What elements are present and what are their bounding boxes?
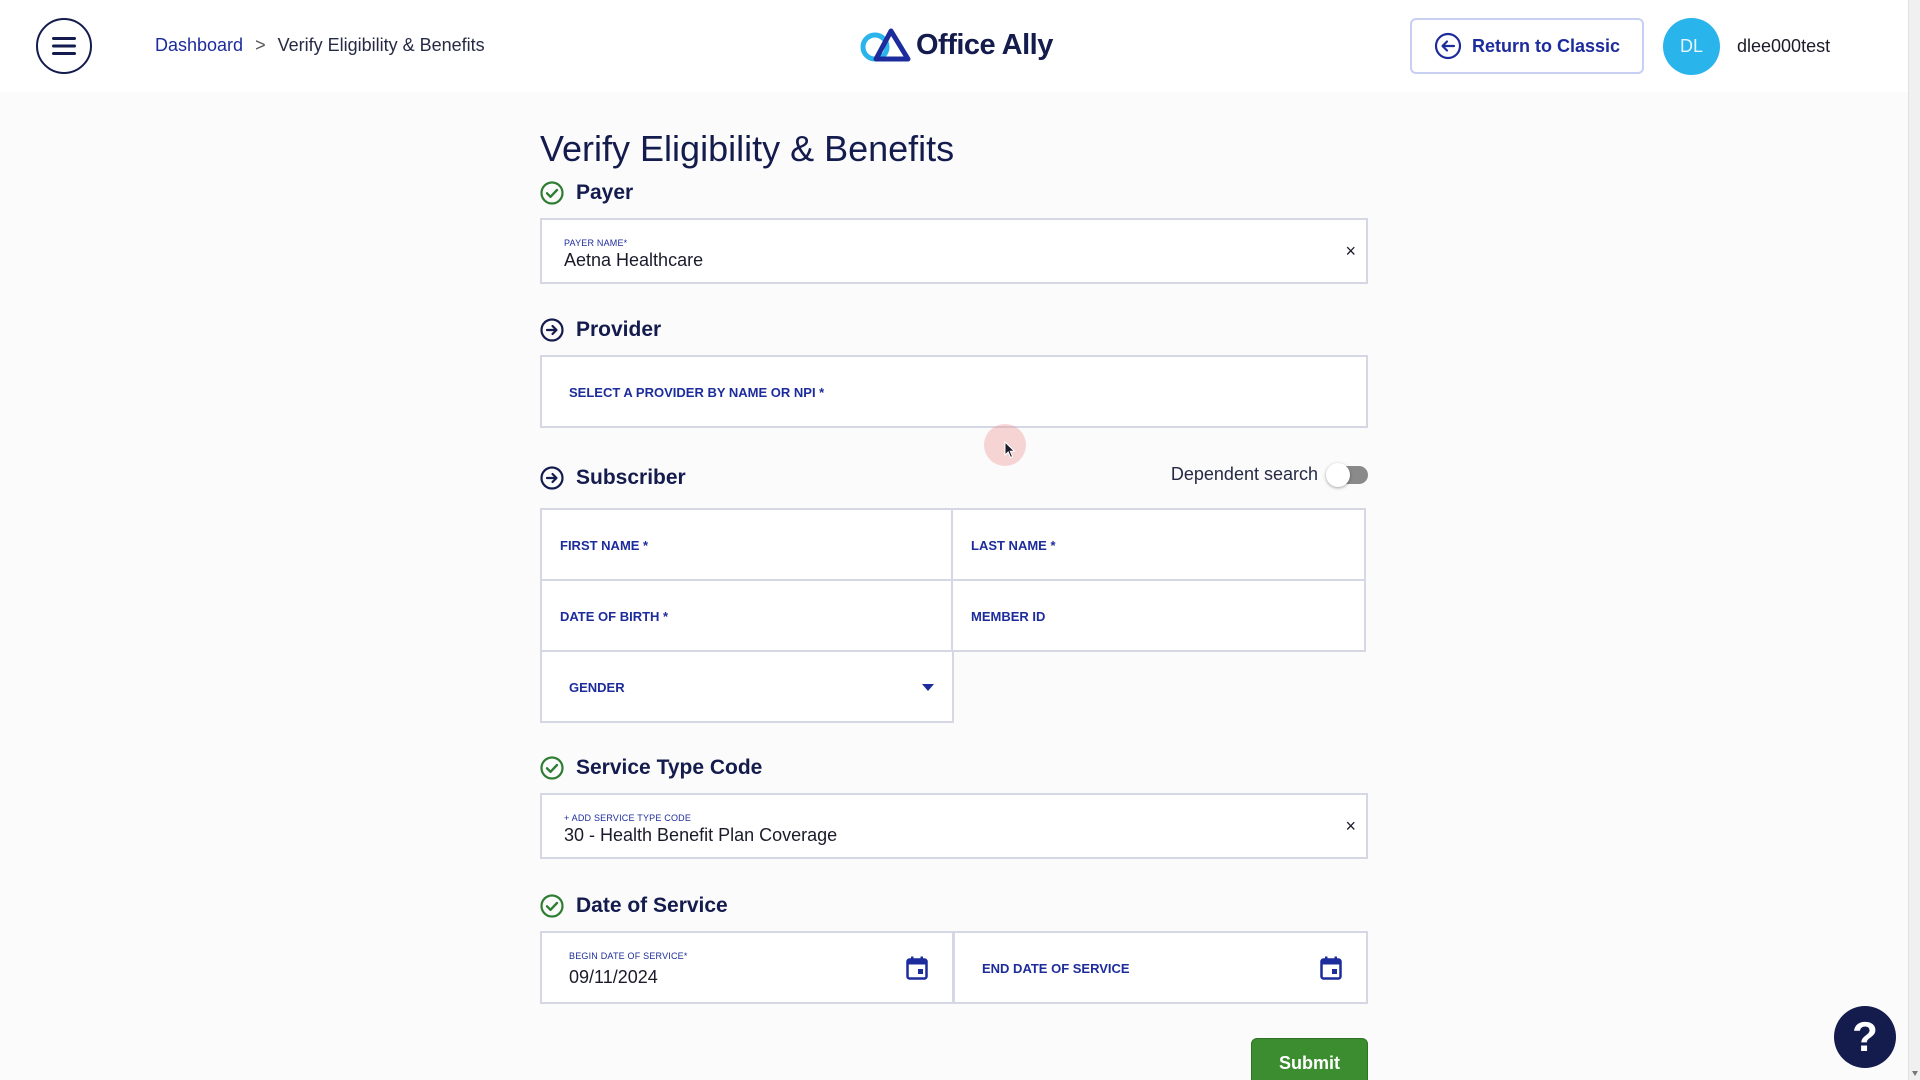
payer-name-label: PAYER NAME* <box>564 238 628 248</box>
breadcrumb: Dashboard > Verify Eligibility & Benefit… <box>155 35 485 56</box>
check-circle-icon <box>540 181 564 205</box>
date-of-service-section-header: Date of Service <box>540 894 728 918</box>
logo-text: Office Ally <box>916 28 1053 61</box>
dependent-search-toggle[interactable] <box>1326 462 1368 487</box>
check-circle-icon <box>540 894 564 918</box>
page-title: Verify Eligibility & Benefits <box>540 128 955 169</box>
chevron-down-icon <box>922 683 934 691</box>
begin-date-label: BEGIN DATE OF SERVICE* <box>569 951 688 961</box>
gender-placeholder: GENDER <box>569 680 625 695</box>
begin-date-field[interactable]: BEGIN DATE OF SERVICE* 09/11/2024 <box>540 931 954 1004</box>
provider-section-title: Provider <box>576 318 662 341</box>
dependent-search-label: Dependent search <box>1170 464 1318 484</box>
last-name-field[interactable]: LAST NAME * <box>951 508 1366 581</box>
page-scrollbar[interactable] <box>1908 0 1920 1080</box>
calendar-icon[interactable] <box>906 956 928 980</box>
hamburger-icon <box>52 37 76 55</box>
subscriber-section-header: Subscriber <box>540 466 686 490</box>
first-name-field[interactable]: FIRST NAME * <box>540 508 953 581</box>
last-name-placeholder: LAST NAME * <box>971 538 1056 553</box>
help-button[interactable]: ? <box>1834 1006 1896 1068</box>
avatar[interactable]: DL <box>1663 18 1720 75</box>
breadcrumb-dashboard-link[interactable]: Dashboard <box>155 35 243 56</box>
provider-section-header: Provider <box>540 318 661 342</box>
end-date-placeholder: END DATE OF SERVICE <box>982 961 1130 976</box>
clear-service-type-icon[interactable]: × <box>1345 817 1356 835</box>
payer-name-value: Aetna Healthcare <box>564 250 704 270</box>
return-to-classic-label: Return to Classic <box>1471 35 1621 56</box>
begin-date-value: 09/11/2024 <box>569 967 658 987</box>
arrow-right-circle-icon <box>540 466 564 490</box>
arrow-left-circle-icon <box>1434 32 1462 60</box>
gender-select[interactable]: GENDER <box>540 650 954 723</box>
return-to-classic-button[interactable]: Return to Classic <box>1410 18 1644 74</box>
provider-select-field[interactable]: SELECT A PROVIDER BY NAME OR NPI * <box>540 355 1368 428</box>
check-circle-icon <box>540 756 564 780</box>
payer-name-field[interactable]: PAYER NAME* Aetna Healthcare × <box>540 218 1368 284</box>
scroll-down-arrow-icon[interactable] <box>1912 1071 1918 1076</box>
logo-mark-icon <box>860 28 911 62</box>
service-type-code-field[interactable]: + ADD SERVICE TYPE CODE 30 - Health Bene… <box>540 793 1368 859</box>
username[interactable]: dlee000test <box>1737 36 1830 57</box>
date-of-service-section-title: Date of Service <box>576 894 728 917</box>
service-type-value: 30 - Health Benefit Plan Coverage <box>564 825 838 845</box>
toggle-knob <box>1326 462 1350 487</box>
office-ally-logo[interactable]: Office Ally <box>860 28 1053 62</box>
end-date-field[interactable]: END DATE OF SERVICE <box>953 931 1368 1004</box>
hamburger-menu-button[interactable] <box>36 18 92 74</box>
submit-button[interactable]: Submit <box>1251 1038 1368 1080</box>
member-id-field[interactable]: MEMBER ID <box>951 579 1366 652</box>
calendar-icon[interactable] <box>1320 956 1342 980</box>
payer-section-title: Payer <box>576 181 634 204</box>
subscriber-section-title: Subscriber <box>576 466 686 489</box>
member-id-placeholder: MEMBER ID <box>971 609 1046 624</box>
breadcrumb-current: Verify Eligibility & Benefits <box>277 35 485 55</box>
arrow-right-circle-icon <box>540 318 564 342</box>
first-name-placeholder: FIRST NAME * <box>560 538 649 553</box>
service-type-section-title: Service Type Code <box>576 756 763 779</box>
date-of-birth-placeholder: DATE OF BIRTH * <box>560 609 669 624</box>
mouse-pointer-icon <box>1004 441 1016 459</box>
service-type-section-header: Service Type Code <box>540 756 762 780</box>
clear-payer-icon[interactable]: × <box>1345 242 1356 260</box>
add-service-type-label[interactable]: + ADD SERVICE TYPE CODE <box>564 813 691 823</box>
dependent-search-toggle-group: Dependent search <box>1170 462 1368 487</box>
date-of-birth-field[interactable]: DATE OF BIRTH * <box>540 579 953 652</box>
top-header: Dashboard > Verify Eligibility & Benefit… <box>0 0 1908 92</box>
breadcrumb-separator: > <box>255 35 266 55</box>
provider-placeholder: SELECT A PROVIDER BY NAME OR NPI * <box>569 385 825 400</box>
payer-section-header: Payer <box>540 181 633 205</box>
